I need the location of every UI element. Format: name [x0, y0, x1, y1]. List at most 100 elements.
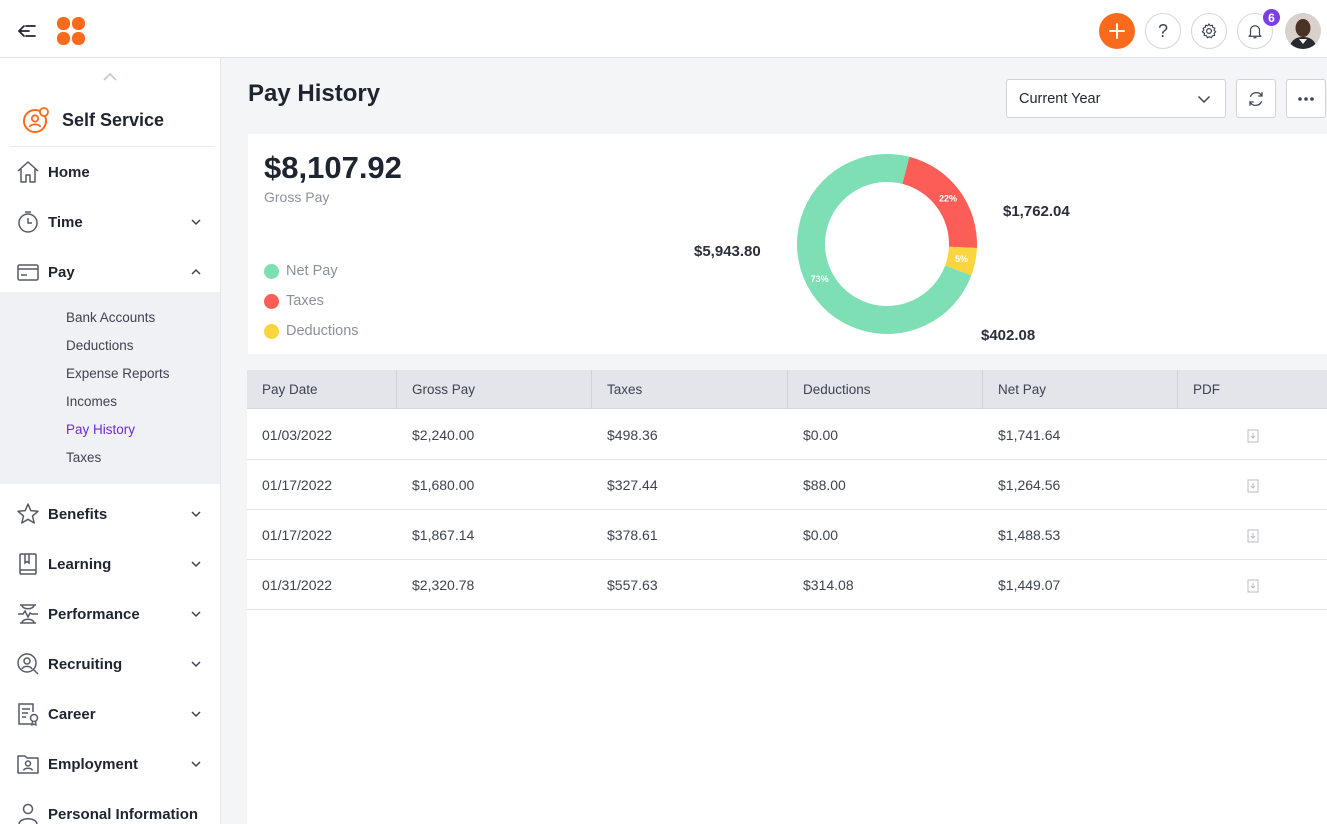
- bell-icon: [1248, 25, 1262, 39]
- period-select[interactable]: Current Year: [1006, 79, 1226, 118]
- sidebar-item-benefits[interactable]: Benefits: [0, 494, 220, 534]
- gross-pay-label: Gross Pay: [264, 189, 330, 205]
- sidebar-scroll-up-icon[interactable]: [101, 70, 119, 82]
- chevron-down-icon: [191, 661, 201, 668]
- divider: [10, 146, 215, 147]
- submenu-item-incomes[interactable]: Incomes: [66, 394, 117, 409]
- table-header: Pay Date Gross Pay Taxes Deductions Net …: [247, 370, 1327, 409]
- refresh-icon: [1249, 91, 1263, 106]
- self-service-icon: [23, 107, 49, 133]
- sidebar-item-time[interactable]: Time: [0, 202, 220, 242]
- cell-taxes: $557.63: [607, 577, 658, 593]
- collapse-menu-icon[interactable]: [14, 18, 40, 44]
- cell-taxes: $498.36: [607, 427, 658, 443]
- chevron-down-icon: [1197, 95, 1211, 104]
- summary-card: $8,107.92 Gross Pay Net Pay Taxes Deduct…: [248, 134, 1327, 354]
- more-icon: [1298, 96, 1314, 101]
- cell-deductions: $314.08: [803, 577, 854, 593]
- help-button[interactable]: ?: [1145, 13, 1181, 49]
- gross-pay-amount: $8,107.92: [264, 150, 402, 185]
- cell-taxes: $327.44: [607, 477, 658, 493]
- sidebar-item-label: Recruiting: [48, 655, 123, 673]
- star-icon: [15, 501, 41, 527]
- add-button[interactable]: [1099, 13, 1135, 49]
- legend-label: Net Pay: [286, 263, 338, 279]
- wallet-icon: [15, 259, 41, 285]
- submenu-item-expense-reports[interactable]: Expense Reports: [66, 366, 170, 381]
- chevron-down-icon: [191, 511, 201, 518]
- chevron-up-icon: [191, 268, 201, 275]
- column-header-taxes[interactable]: Taxes: [592, 370, 788, 409]
- sidebar-item-label: Performance: [48, 605, 140, 623]
- column-header-net-pay[interactable]: Net Pay: [983, 370, 1178, 409]
- pdf-download-icon[interactable]: [1247, 429, 1259, 443]
- submenu-item-deductions[interactable]: Deductions: [66, 338, 134, 353]
- employment-icon: [15, 751, 41, 777]
- sidebar-item-personal-information[interactable]: Personal Information: [0, 794, 220, 824]
- legend-dot-deductions: [264, 323, 279, 339]
- pdf-download-icon[interactable]: [1247, 479, 1259, 493]
- sidebar-item-label: Learning: [48, 555, 112, 573]
- module-header: Self Service: [20, 102, 216, 138]
- cell-gross-pay: $2,240.00: [412, 427, 475, 443]
- refresh-button[interactable]: [1236, 79, 1276, 118]
- chevron-down-icon: [191, 219, 201, 226]
- sidebar-item-recruiting[interactable]: Recruiting: [0, 644, 220, 684]
- submenu-item-taxes[interactable]: Taxes: [66, 450, 101, 465]
- sidebar-item-pay[interactable]: Pay: [0, 252, 220, 292]
- cell-deductions: $88.00: [803, 477, 846, 493]
- submenu-item-bank-accounts[interactable]: Bank Accounts: [66, 310, 155, 325]
- legend-dot-taxes: [264, 293, 279, 309]
- legend-dot-net-pay: [264, 263, 279, 279]
- clock-icon: [15, 209, 41, 235]
- settings-button[interactable]: [1191, 13, 1227, 49]
- module-title: Self Service: [62, 109, 165, 130]
- sidebar-item-learning[interactable]: Learning: [0, 544, 220, 584]
- page-title: Pay History: [248, 80, 381, 107]
- user-avatar[interactable]: [1285, 13, 1321, 49]
- notification-badge: 6: [1262, 8, 1281, 27]
- submenu-item-pay-history[interactable]: Pay History: [66, 422, 135, 437]
- sidebar-item-label: Pay: [48, 263, 75, 281]
- donut-percent-label-net-pay: 73%: [811, 274, 829, 284]
- column-header-pay-date[interactable]: Pay Date: [247, 370, 397, 409]
- donut-percent-label-deductions: 5%: [955, 254, 968, 264]
- notifications-button[interactable]: 6: [1237, 8, 1281, 49]
- sidebar: Self Service Home Time Pay Bank Accounts…: [0, 58, 221, 824]
- legend-label: Taxes: [286, 293, 324, 309]
- sidebar-item-label: Home: [48, 163, 90, 181]
- cell-net-pay: $1,488.53: [998, 527, 1061, 543]
- cell-pay-date: 01/17/2022: [262, 527, 333, 543]
- column-header-gross-pay[interactable]: Gross Pay: [397, 370, 592, 409]
- sidebar-item-career[interactable]: Career: [0, 694, 220, 734]
- pay-breakdown-donut-chart: 22% 5% 73%: [797, 154, 977, 334]
- more-options-button[interactable]: [1286, 79, 1326, 118]
- cell-pay-date: 01/03/2022: [262, 427, 333, 443]
- table-row[interactable]: 01/03/2022 $2,240.00 $498.36 $0.00 $1,74…: [247, 410, 1327, 460]
- sidebar-item-performance[interactable]: Performance: [0, 594, 220, 634]
- book-icon: [15, 551, 41, 577]
- app-logo[interactable]: [56, 16, 86, 46]
- table-row[interactable]: 01/31/2022 $2,320.78 $557.63 $314.08 $1,…: [247, 560, 1327, 610]
- cell-taxes: $378.61: [607, 527, 658, 543]
- gear-icon: [1201, 23, 1217, 39]
- sidebar-item-employment[interactable]: Employment: [0, 744, 220, 784]
- pdf-download-icon[interactable]: [1247, 529, 1259, 543]
- table-row[interactable]: 01/17/2022 $1,680.00 $327.44 $88.00 $1,2…: [247, 460, 1327, 510]
- chevron-down-icon: [191, 761, 201, 768]
- help-icon: ?: [1157, 20, 1168, 41]
- cell-net-pay: $1,741.64: [998, 427, 1061, 443]
- legend-net-pay: Net Pay: [264, 261, 338, 281]
- cell-pay-date: 01/17/2022: [262, 477, 333, 493]
- period-select-value: Current Year: [1019, 91, 1101, 107]
- cell-pay-date: 01/31/2022: [262, 577, 333, 593]
- pay-history-table: Pay Date Gross Pay Taxes Deductions Net …: [247, 370, 1327, 824]
- career-icon: [15, 701, 41, 727]
- sidebar-item-home[interactable]: Home: [0, 152, 220, 192]
- column-header-deductions[interactable]: Deductions: [788, 370, 983, 409]
- table-row[interactable]: 01/17/2022 $1,867.14 $378.61 $0.00 $1,48…: [247, 510, 1327, 560]
- cell-deductions: $0.00: [803, 527, 839, 543]
- legend-label: Deductions: [286, 323, 359, 339]
- pdf-download-icon[interactable]: [1247, 579, 1259, 593]
- donut-percent-label-taxes: 22%: [939, 194, 957, 204]
